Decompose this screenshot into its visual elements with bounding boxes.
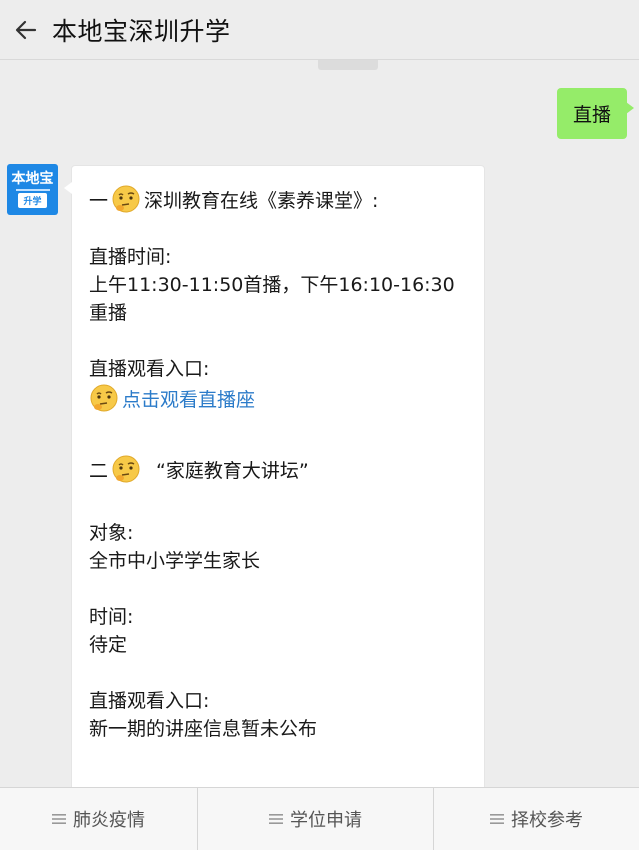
incoming-message-bubble[interactable]: 一 深圳教育在线《素养课堂》: 直播时间: 上午11:30-11:50首播，下午… (64, 165, 485, 787)
menu-item-label: 择校参考 (511, 810, 583, 831)
entry-label-2: 直播观看入口: (89, 690, 210, 712)
menu-lines-icon (52, 814, 66, 824)
section2-title: “家庭教育大讲坛” (156, 460, 309, 482)
menu-item-pneumonia[interactable]: 肺炎疫情 (0, 788, 198, 850)
entry-value-2: 新一期的讲座信息暂未公布 (89, 718, 318, 740)
menu-lines-icon (490, 814, 504, 824)
avatar-bottom-text: 升学 (18, 193, 47, 208)
section2-heading: 二 “家庭教育大讲坛” (89, 454, 467, 485)
thinking-face-emoji-icon (112, 455, 140, 483)
avatar-divider (15, 189, 50, 191)
section2-prefix: 二 (89, 460, 109, 482)
section1-title: 深圳教育在线《素养课堂》: (144, 190, 379, 212)
thinking-face-emoji-icon (90, 384, 118, 412)
back-button[interactable] (0, 0, 52, 60)
bottom-menu-bar: 肺炎疫情 学位申请 择校参考 (0, 787, 639, 850)
outgoing-message-bubble[interactable]: 直播 (556, 88, 635, 139)
time-label: 时间: (89, 606, 134, 628)
menu-item-label: 学位申请 (290, 810, 362, 831)
entry-link-row: 点击观看直播座 (89, 383, 467, 414)
live-time-line-2: 重播 (89, 302, 128, 324)
menu-item-school-application[interactable]: 学位申请 (198, 788, 434, 850)
chat-area[interactable]: 直播 本地宝 升学 一 深圳教育在线《素养课堂》: 直播时间: 上午11:30-… (0, 62, 639, 787)
entry-label-1: 直播观看入口: (89, 358, 210, 380)
page-title: 本地宝深圳升学 (52, 16, 231, 46)
menu-item-school-choice[interactable]: 择校参考 (434, 788, 639, 850)
menu-item-label: 肺炎疫情 (73, 810, 145, 831)
watch-live-link[interactable]: 点击观看直播座 (122, 389, 255, 411)
top-bar: 本地宝深圳升学 (0, 0, 639, 60)
avatar[interactable]: 本地宝 升学 (7, 164, 58, 215)
audience-label: 对象: (89, 522, 134, 544)
section1-heading: 一 深圳教育在线《素养课堂》: (89, 184, 467, 215)
time-value: 待定 (89, 634, 128, 656)
live-time-label: 直播时间: (89, 246, 172, 268)
menu-lines-icon (269, 814, 283, 824)
live-time-line-1: 上午11:30-11:50首播，下午16:10-16:30 (89, 274, 455, 296)
audience-value: 全市中小学学生家长 (89, 550, 261, 572)
back-arrow-icon (15, 20, 37, 39)
section1-prefix: 一 (89, 190, 109, 212)
avatar-top-text: 本地宝 (11, 171, 54, 187)
thinking-face-emoji-icon (112, 185, 140, 213)
